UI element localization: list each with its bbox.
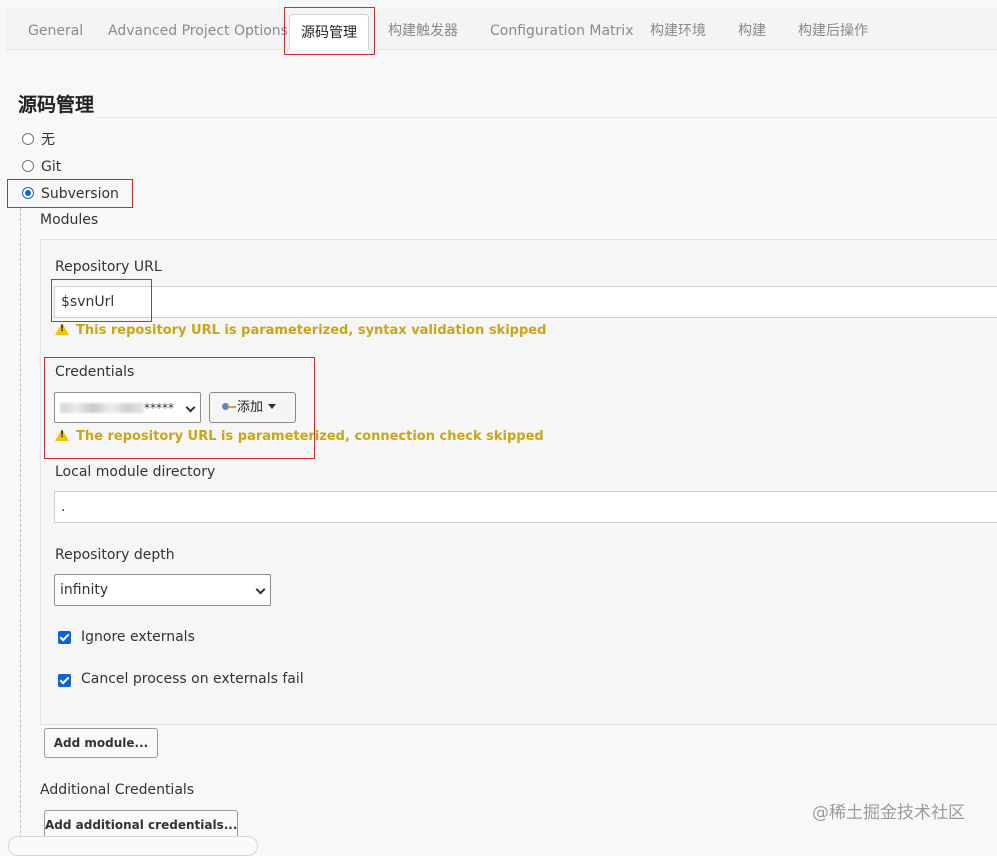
radio-git[interactable] [22, 160, 34, 172]
add-credentials-button[interactable]: 添加 [209, 392, 296, 423]
repository-url-warning-text: This repository URL is parameterized, sy… [76, 323, 547, 338]
repository-url-input[interactable]: $svnUrl [54, 286, 997, 318]
local-module-directory-label: Local module directory [55, 464, 216, 480]
repository-depth-value: infinity [60, 582, 109, 598]
scm-option-subversion[interactable]: Subversion [22, 184, 119, 204]
repository-depth-label: Repository depth [55, 547, 175, 563]
chevron-down-icon [185, 402, 196, 413]
credentials-redacted [60, 403, 144, 413]
chevron-down-icon [255, 584, 266, 595]
ignore-externals-checkbox[interactable] [58, 631, 71, 644]
repository-url-warning: This repository URL is parameterized, sy… [55, 323, 546, 338]
scm-option-subversion-label: Subversion [41, 186, 119, 202]
tab-post-build-actions[interactable]: 构建后操作 [792, 16, 874, 46]
credentials-masked: ***** [144, 401, 174, 415]
scm-option-git-label: Git [41, 159, 62, 175]
repository-depth-select[interactable]: infinity [54, 574, 271, 606]
key-icon [222, 403, 236, 411]
tab-advanced-project-options[interactable]: Advanced Project Options [102, 16, 294, 46]
caret-down-icon [268, 404, 277, 409]
warning-icon [55, 323, 69, 335]
tab-build-triggers[interactable]: 构建触发器 [382, 16, 464, 46]
warning-icon [55, 429, 69, 441]
bottom-bar-fragment [8, 836, 258, 856]
tab-general[interactable]: General [22, 16, 89, 46]
title-divider [96, 117, 997, 118]
tab-configuration-matrix[interactable]: Configuration Matrix [484, 16, 639, 46]
add-module-button[interactable]: Add module... [44, 728, 158, 758]
repository-url-label: Repository URL [55, 259, 162, 275]
radio-subversion[interactable] [22, 187, 34, 199]
cancel-process-label: Cancel process on externals fail [81, 671, 304, 687]
scm-option-none-label: 无 [41, 132, 55, 148]
additional-credentials-label: Additional Credentials [40, 782, 195, 798]
local-module-directory-input[interactable]: . [54, 491, 997, 523]
radio-none[interactable] [22, 133, 34, 145]
page-title: 源码管理 [18, 94, 95, 116]
ignore-externals-label: Ignore externals [81, 629, 195, 645]
tab-build[interactable]: 构建 [732, 16, 772, 46]
credentials-select[interactable]: ***** [54, 392, 201, 423]
cancel-process-checkbox[interactable] [58, 674, 71, 687]
scm-option-none[interactable]: 无 [22, 130, 55, 150]
tab-source-code-management[interactable]: 源码管理 [289, 14, 369, 50]
credentials-label: Credentials [55, 364, 135, 380]
watermark: @稀土掘金技术社区 [812, 803, 965, 823]
tab-build-environment[interactable]: 构建环境 [644, 16, 712, 46]
credentials-warning-text: The repository URL is parameterized, con… [76, 429, 544, 444]
scm-option-git[interactable]: Git [22, 157, 61, 177]
tab-bar: General Advanced Project Options 源码管理 构建… [6, 8, 997, 50]
nested-section-guide [20, 208, 21, 848]
credentials-warning: The repository URL is parameterized, con… [55, 429, 544, 444]
modules-label: Modules [40, 212, 99, 228]
add-credentials-label: 添加 [237, 400, 264, 415]
